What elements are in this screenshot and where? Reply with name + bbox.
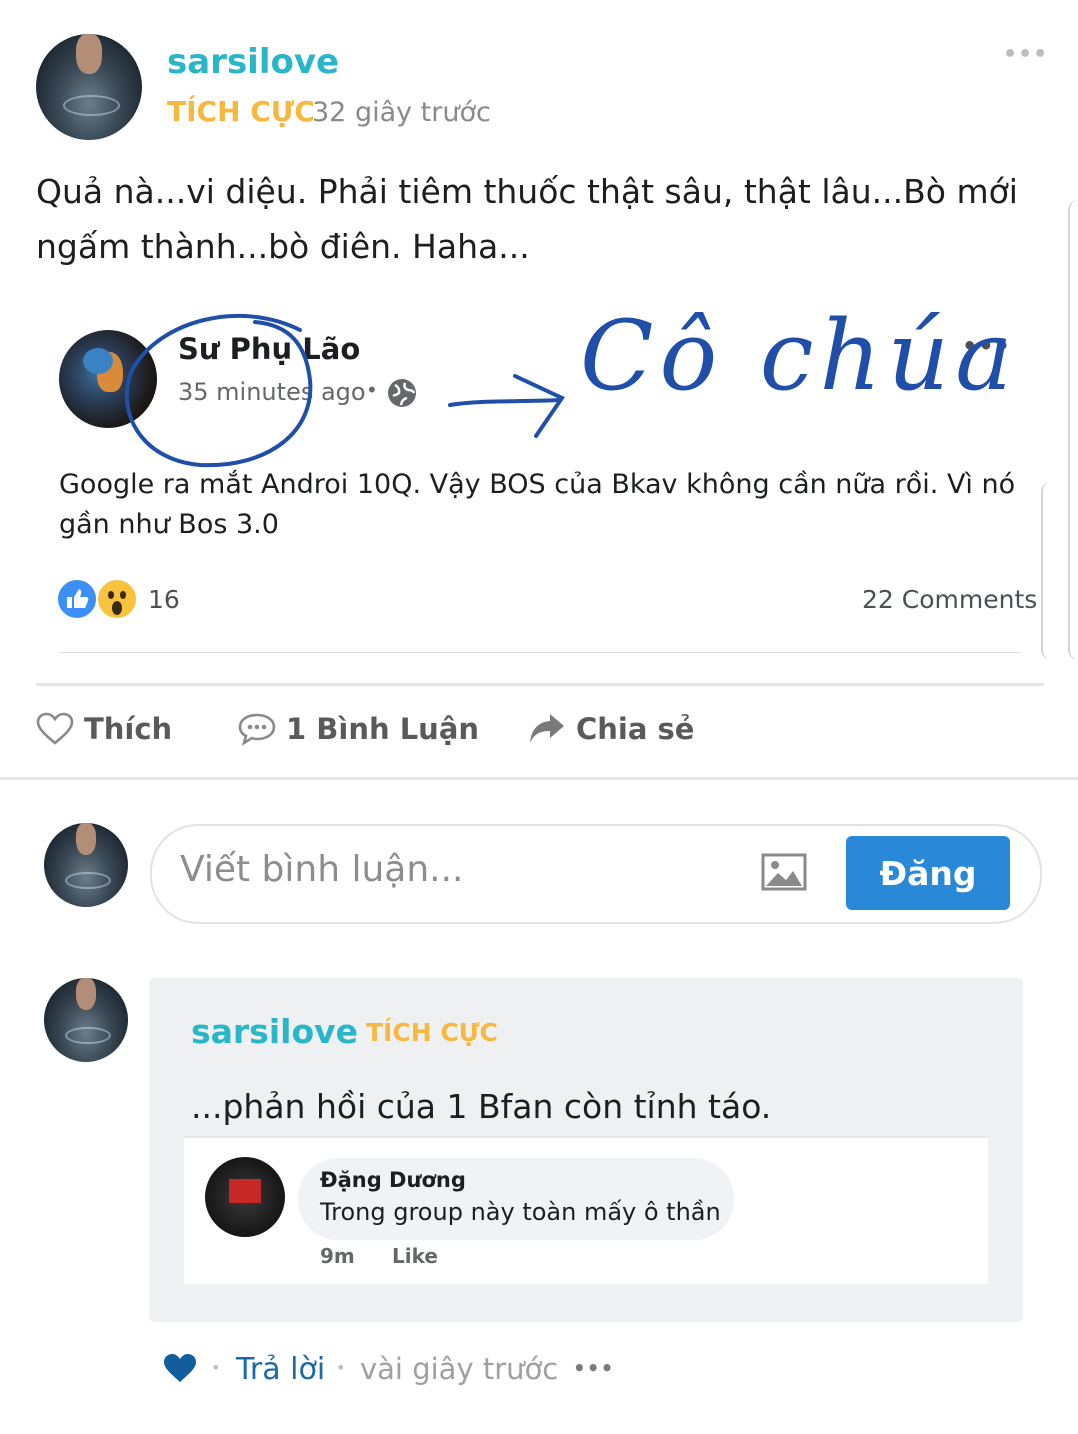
embedded-author-name: Sư Phụ Lão — [178, 332, 361, 366]
comment-button[interactable]: 1 Bình Luận — [238, 712, 479, 746]
like-button[interactable]: Thích — [36, 712, 172, 746]
post-comment-label: Đăng — [879, 853, 977, 893]
heart-filled-icon[interactable] — [162, 1352, 198, 1388]
reaction-count: 16 — [148, 585, 180, 614]
scroll-edge-decoration — [1041, 482, 1053, 660]
section-divider — [0, 777, 1078, 780]
comment-author-badge: TÍCH CỰC — [366, 1018, 498, 1047]
comment-author-avatar[interactable] — [44, 978, 128, 1062]
reply-author-avatar — [205, 1157, 285, 1237]
embedded-timestamp: 35 minutes ago — [178, 378, 366, 406]
like-reaction-icon — [56, 578, 98, 624]
share-button[interactable]: Chia sẻ — [528, 712, 694, 746]
share-arrow-icon — [528, 712, 566, 746]
like-label: Thích — [84, 712, 173, 746]
footer-dot-separator: • — [336, 1358, 346, 1377]
post-author-name[interactable]: sarsilove — [167, 42, 339, 82]
comment-input-placeholder[interactable]: Viết bình luận... — [180, 849, 464, 890]
post-timestamp: 32 giây trước — [312, 97, 491, 128]
comment-timestamp: vài giây trước — [360, 1352, 559, 1386]
post-text: Quả nà...vi diệu. Phải tiêm thuốc thật s… — [36, 172, 1018, 266]
embedded-post-text: Google ra mắt Androi 10Q. Vậy BOS của Bk… — [59, 469, 1016, 540]
embedded-time-separator: • — [366, 378, 378, 402]
wow-reaction-icon — [96, 578, 138, 624]
scroll-edge-decoration — [1068, 200, 1078, 660]
post-author-avatar[interactable] — [36, 34, 142, 140]
reply-time: 9m — [320, 1244, 355, 1268]
composer-avatar — [44, 823, 128, 907]
embedded-author-avatar — [59, 330, 157, 428]
speech-bubble-icon — [238, 712, 276, 746]
image-icon[interactable] — [761, 853, 807, 895]
share-label: Chia sẻ — [576, 712, 695, 746]
heart-outline-icon — [36, 712, 74, 746]
globe-icon — [386, 377, 418, 413]
comment-text: ...phản hồi của 1 Bfan còn tỉnh táo. — [191, 1087, 772, 1126]
comment-more-dots-icon[interactable]: ••• — [573, 1356, 614, 1380]
post-divider — [36, 683, 1044, 686]
comment-author-name[interactable]: sarsilove — [191, 1012, 358, 1051]
reply-link[interactable]: Trả lời — [236, 1352, 325, 1387]
footer-dot-separator: • — [211, 1358, 221, 1377]
reply-author-name: Đặng Dương — [320, 1168, 466, 1192]
more-dots-icon[interactable]: ••• — [1003, 42, 1048, 67]
comment-count: 22 Comments — [862, 585, 1038, 614]
comment-label: 1 Bình Luận — [286, 712, 480, 746]
post-author-badge: TÍCH CỰC — [167, 95, 315, 128]
reply-like-link: Like — [392, 1244, 438, 1268]
embedded-divider — [59, 652, 1021, 653]
post-comment-button[interactable]: Đăng — [846, 836, 1010, 910]
handwritten-annotation-text: Cô chúa — [580, 300, 1019, 412]
reply-text: Trong group này toàn mấy ô thần — [320, 1198, 721, 1226]
